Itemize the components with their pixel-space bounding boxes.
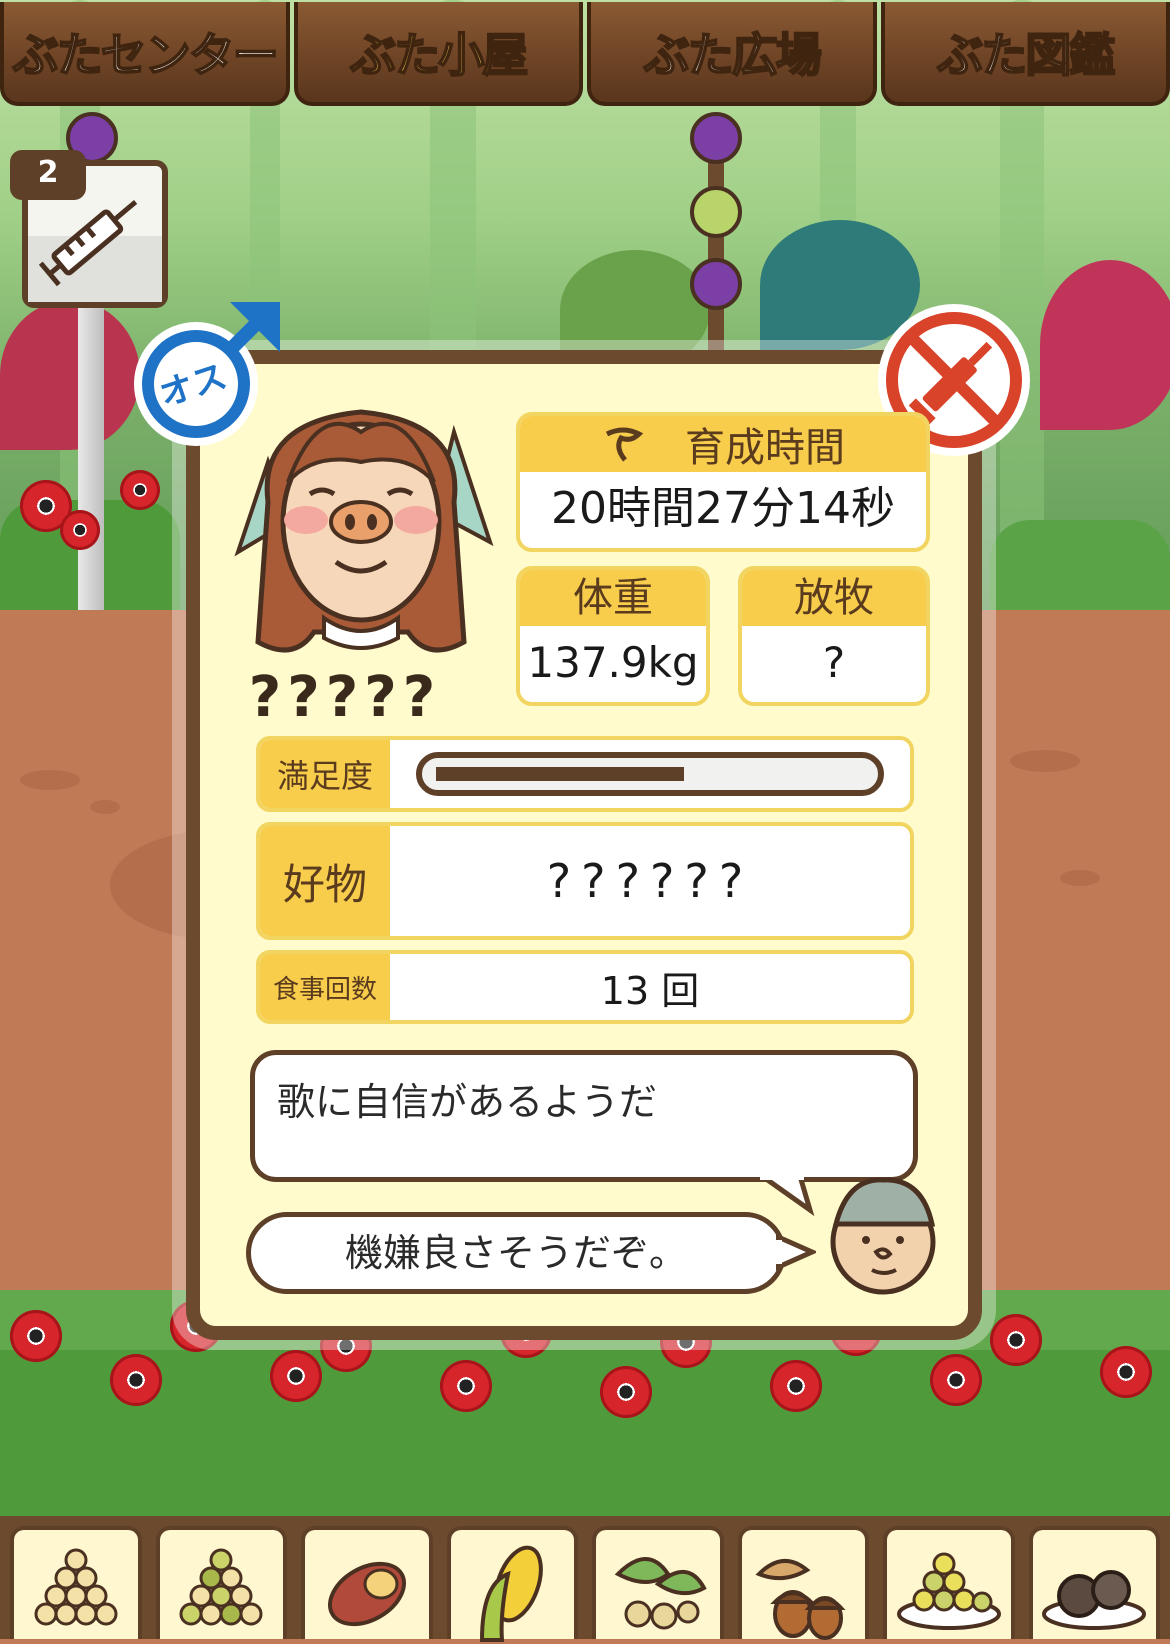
flower (120, 470, 160, 510)
farmer-avatar (818, 1170, 948, 1300)
meal-count-label: 食事回数 (260, 954, 390, 1020)
growth-time-label: 育成時間 (685, 415, 845, 473)
tab-buta-hut[interactable]: ぶた小屋 (294, 2, 584, 106)
satisfaction-bar-fill (436, 767, 684, 781)
favorite-food-row: 好物 ?????? (256, 822, 914, 940)
satisfaction-bar-area (390, 740, 910, 808)
satisfaction-row: 満足度 (256, 736, 914, 812)
food-slot-mixed-grain[interactable] (156, 1526, 288, 1639)
tab-buta-center[interactable]: ぶたセンター (0, 2, 290, 106)
tail-icon (601, 424, 645, 464)
mixed-grain-icon (171, 1544, 271, 1634)
food-slot-sweet-potato[interactable] (301, 1526, 433, 1639)
tab-buta-encyclopedia[interactable]: ぶた図鑑 (881, 2, 1170, 106)
weight-box: 体重 137.9kg (516, 566, 710, 706)
grazing-value: ? (742, 626, 926, 700)
growth-time-value: 20時間27分14秒 (520, 472, 926, 546)
feed-plate-icon (894, 1544, 1004, 1634)
truffle-plate-icon (1039, 1544, 1149, 1634)
green-ball (690, 186, 742, 238)
center-pole (708, 150, 724, 350)
pig-name: ????? (225, 665, 465, 730)
herbs-nuts-icon (608, 1544, 708, 1634)
purple-ball (690, 258, 742, 310)
favorite-food-label: 好物 (260, 826, 390, 936)
acorn-icon (753, 1544, 853, 1644)
meal-count-value: 13 回 (390, 954, 910, 1020)
weight-value: 137.9kg (520, 626, 706, 700)
tab-label: ぶたセンター (13, 19, 277, 85)
grazing-label: 放牧 (742, 570, 926, 626)
food-slot-herbs-nuts[interactable] (592, 1526, 724, 1639)
tab-label: ぶた小屋 (350, 19, 526, 85)
satisfaction-label: 満足度 (260, 740, 390, 808)
favorite-food-value: ?????? (390, 826, 910, 936)
comment-tail (776, 1232, 816, 1272)
food-slot-acorn[interactable] (738, 1526, 870, 1639)
tab-label: ぶた広場 (644, 19, 820, 85)
weight-label: 体重 (520, 570, 706, 626)
food-slot-truffle-plate[interactable] (1029, 1526, 1161, 1639)
growth-time-header: 育成時間 (520, 416, 926, 472)
keeper-comment-text: 機嫌良さそうだぞ。 (251, 1217, 781, 1289)
pig-portrait (228, 392, 494, 682)
food-slot-corn[interactable] (447, 1526, 579, 1639)
trait-text: 歌に自信があるようだ (277, 1071, 657, 1126)
sweet-potato-icon (317, 1544, 417, 1634)
flower (60, 510, 100, 550)
food-bar (0, 1516, 1170, 1639)
growth-time-box: 育成時間 20時間27分14秒 (516, 412, 930, 552)
food-slot-grain[interactable] (10, 1526, 142, 1639)
food-slot-feed-plate[interactable] (883, 1526, 1015, 1639)
grain-pile-icon (26, 1544, 126, 1634)
tab-buta-plaza[interactable]: ぶた広場 (587, 2, 877, 106)
item-count-badge: 2 (10, 150, 86, 200)
purple-ball (690, 112, 742, 164)
tab-label: ぶた図鑑 (937, 19, 1113, 85)
keeper-comment-bubble: 機嫌良さそうだぞ。 (246, 1212, 786, 1294)
top-navigation: ぶたセンター ぶた小屋 ぶた広場 ぶた図鑑 (0, 0, 1170, 112)
trait-bubble: 歌に自信があるようだ (250, 1050, 918, 1182)
satisfaction-bar (416, 752, 884, 796)
grazing-box: 放牧 ? (738, 566, 930, 706)
corn-icon (462, 1544, 562, 1644)
meal-count-row: 食事回数 13 回 (256, 950, 914, 1024)
bubble-tail (760, 1176, 820, 1216)
